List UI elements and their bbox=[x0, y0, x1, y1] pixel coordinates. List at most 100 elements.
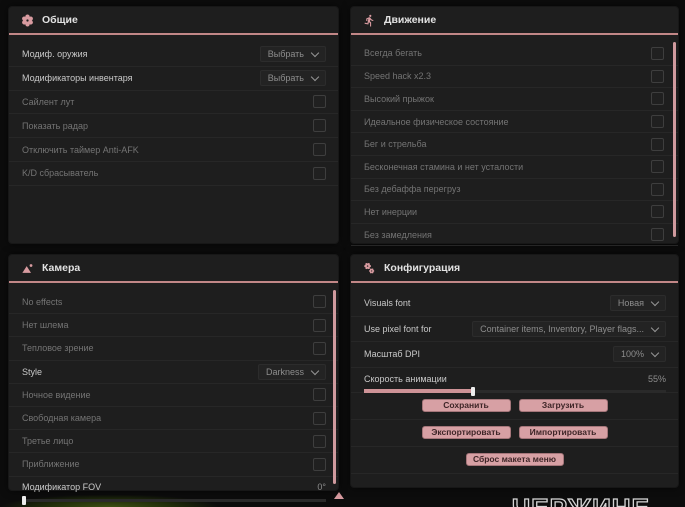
row-always-run[interactable]: Всегда бегать bbox=[351, 42, 678, 65]
slider-handle[interactable] bbox=[470, 386, 475, 396]
runner-icon bbox=[364, 14, 374, 26]
row-no-slowdown[interactable]: Без замедления bbox=[351, 222, 678, 246]
row-label: Отключить таймер Anti-AFK bbox=[22, 144, 139, 155]
row-run-and-shoot[interactable]: Бег и стрельба bbox=[351, 132, 678, 155]
checkbox[interactable] bbox=[313, 295, 326, 309]
row-style: Style Darkness bbox=[9, 359, 338, 383]
row-label: Всегда бегать bbox=[364, 48, 422, 59]
fov-value: 0° bbox=[317, 482, 326, 492]
checkbox[interactable] bbox=[651, 182, 664, 196]
chevron-down-icon bbox=[650, 323, 660, 332]
row-pixel-font: Use pixel font for Container items, Inve… bbox=[351, 315, 678, 342]
checkbox[interactable] bbox=[313, 166, 326, 180]
row-label: Модиф. оружия bbox=[22, 48, 88, 59]
slider-track[interactable] bbox=[22, 498, 326, 502]
panel-header-movement[interactable]: Движение bbox=[351, 7, 678, 35]
row-night-vision[interactable]: Ночное видение bbox=[9, 382, 338, 406]
dpi-scale-dropdown[interactable]: 100% bbox=[612, 346, 666, 363]
row-label: Ночное видение bbox=[22, 389, 91, 400]
divider bbox=[351, 472, 678, 474]
row-thermal-vision[interactable]: Тепловое зрение bbox=[9, 336, 338, 359]
panel-title: Камера bbox=[42, 262, 81, 274]
checkbox[interactable] bbox=[651, 46, 664, 60]
slider-handle[interactable] bbox=[22, 495, 26, 505]
row-zoom[interactable]: Приближение bbox=[9, 452, 338, 475]
checkbox[interactable] bbox=[313, 95, 326, 109]
dropdown-value: Darkness bbox=[265, 366, 304, 377]
panel-title: Общие bbox=[42, 14, 78, 26]
row-third-person[interactable]: Третье лицо bbox=[9, 429, 338, 452]
row-kd-resetter[interactable]: K/D сбрасыватель bbox=[9, 160, 338, 185]
checkbox[interactable] bbox=[313, 434, 326, 448]
row-show-radar[interactable]: Показать радар bbox=[9, 113, 338, 137]
scrollbar[interactable] bbox=[673, 42, 676, 237]
row-label: Speed hack x2.3 bbox=[364, 71, 432, 82]
row-label: Третье лицо bbox=[22, 436, 74, 447]
row-label: Модификатор FOV bbox=[22, 482, 102, 492]
row-free-camera[interactable]: Свободная камера bbox=[9, 405, 338, 429]
panel-config: Конфигурация Visuals font Новая Use pixe… bbox=[350, 254, 679, 488]
divider bbox=[9, 184, 338, 186]
checkbox[interactable] bbox=[313, 411, 326, 425]
row-label: Бесконечная стамина и нет усталости bbox=[364, 161, 524, 172]
row-no-helmet[interactable]: Нет шлема bbox=[9, 313, 338, 336]
checkbox[interactable] bbox=[651, 205, 664, 219]
checkbox[interactable] bbox=[313, 143, 326, 157]
save-button[interactable]: Сохранить bbox=[421, 399, 511, 412]
checkbox[interactable] bbox=[651, 228, 664, 242]
button-row-save-load: Сохранить Загрузить bbox=[351, 391, 678, 419]
panel-movement: Движение Всегда бегать Speed hack x2.3 В… bbox=[350, 6, 679, 247]
row-perfect-condition[interactable]: Идеальное физическое состояние bbox=[351, 109, 678, 133]
row-high-jump[interactable]: Высокий прыжок bbox=[351, 87, 678, 110]
inventory-mods-dropdown[interactable]: Выбрать bbox=[259, 70, 326, 87]
import-button[interactable]: Импортировать bbox=[518, 426, 608, 439]
row-label: K/D сбрасыватель bbox=[22, 168, 99, 179]
button-row-export-import: Экспортировать Импортировать bbox=[351, 418, 678, 446]
row-label: Идеальное физическое состояние bbox=[364, 116, 509, 127]
row-no-overload-debuff[interactable]: Без дебаффа перегруз bbox=[351, 177, 678, 201]
row-label: Visuals font bbox=[364, 297, 411, 308]
panel-header-general[interactable]: Общие bbox=[9, 7, 338, 35]
row-label: Тепловое зрение bbox=[22, 343, 94, 354]
checkbox[interactable] bbox=[651, 92, 664, 106]
load-button[interactable]: Загрузить bbox=[518, 399, 608, 412]
checkbox[interactable] bbox=[313, 341, 326, 355]
checkbox[interactable] bbox=[651, 137, 664, 151]
row-label: Use pixel font for bbox=[364, 323, 432, 334]
watermark-text: ЧЕРЖИНЕ bbox=[511, 492, 650, 507]
row-dpi-scale: Масштаб DPI 100% bbox=[351, 341, 678, 367]
checkbox[interactable] bbox=[313, 318, 326, 332]
scrollbar[interactable] bbox=[333, 290, 336, 484]
row-label: Нет шлема bbox=[22, 320, 69, 331]
row-speed-hack[interactable]: Speed hack x2.3 bbox=[351, 64, 678, 88]
weapon-mod-dropdown[interactable]: Выбрать bbox=[259, 45, 326, 62]
row-silent-loot[interactable]: Сайлент лут bbox=[9, 89, 338, 114]
panel-general: Общие Модиф. оружия Выбрать Модификаторы… bbox=[8, 6, 339, 244]
pixel-font-dropdown[interactable]: Container items, Inventory, Player flags… bbox=[472, 320, 666, 337]
chevron-down-icon bbox=[310, 72, 320, 82]
row-no-inertia[interactable]: Нет инерции bbox=[351, 200, 678, 223]
checkbox[interactable] bbox=[651, 115, 664, 129]
animation-speed-slider[interactable] bbox=[364, 386, 666, 396]
visuals-font-dropdown[interactable]: Новая bbox=[609, 294, 666, 311]
image-icon bbox=[22, 263, 33, 273]
fov-slider[interactable] bbox=[22, 495, 326, 505]
row-label: Сайлент лут bbox=[22, 96, 75, 107]
checkbox[interactable] bbox=[313, 457, 326, 471]
panel-header-config[interactable]: Конфигурация bbox=[351, 255, 678, 283]
checkbox[interactable] bbox=[313, 119, 326, 133]
chevron-down-icon bbox=[310, 366, 320, 375]
animation-speed-value: 55% bbox=[647, 373, 666, 384]
export-button[interactable]: Экспортировать bbox=[421, 426, 511, 439]
checkbox[interactable] bbox=[651, 160, 664, 174]
reset-layout-button[interactable]: Сброс макета меню bbox=[465, 453, 564, 466]
dropdown-value: Container items, Inventory, Player flags… bbox=[480, 323, 644, 334]
row-label: Нет инерции bbox=[364, 206, 418, 217]
row-infinite-stamina[interactable]: Бесконечная стамина и нет усталости bbox=[351, 154, 678, 178]
checkbox[interactable] bbox=[651, 69, 664, 83]
style-dropdown[interactable]: Darkness bbox=[257, 363, 326, 380]
checkbox[interactable] bbox=[313, 388, 326, 402]
row-no-effects[interactable]: No effects bbox=[9, 290, 338, 313]
panel-header-camera[interactable]: Камера bbox=[9, 255, 338, 283]
row-anti-afk-timer[interactable]: Отключить таймер Anti-AFK bbox=[9, 137, 338, 161]
